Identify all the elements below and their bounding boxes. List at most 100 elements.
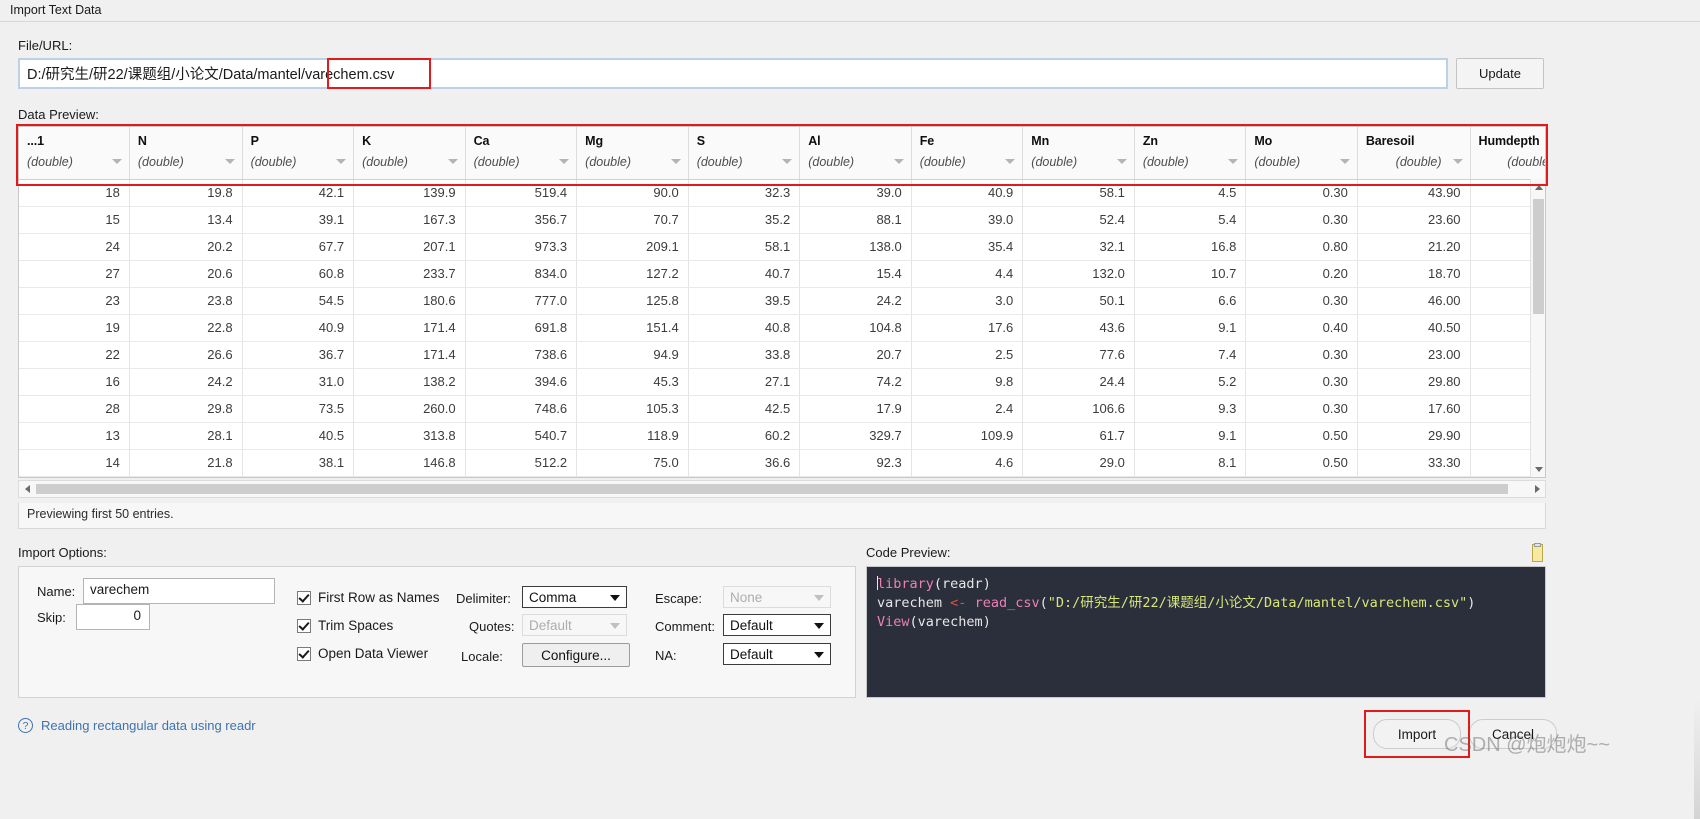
column-header-zn[interactable]: Zn (double)	[1134, 127, 1247, 180]
checkbox-trim-spaces[interactable]: Trim Spaces	[297, 618, 393, 633]
table-cell: 0.30	[1245, 368, 1358, 396]
update-button[interactable]: Update	[1456, 58, 1544, 89]
preview-table: ...1 (double) N (double) P (double) K (double) C…	[19, 127, 1545, 477]
column-header-k[interactable]: K (double)	[353, 127, 466, 180]
chevron-down-icon[interactable]	[1339, 159, 1350, 164]
table-cell: 104.8	[799, 314, 912, 342]
table-cell: 4.4	[911, 260, 1024, 288]
chevron-down-icon[interactable]	[559, 159, 570, 164]
chevron-down-icon[interactable]	[447, 159, 458, 164]
table-cell: 43.90	[1357, 179, 1471, 207]
scroll-up-icon[interactable]	[1531, 179, 1545, 195]
column-header-al[interactable]: Al (double)	[799, 127, 912, 180]
table-row[interactable]: 13 28.1 40.5 313.8 540.7 118.9 60.2 329.7 109.9 6…	[19, 422, 1545, 450]
name-input[interactable]: varechem	[83, 578, 275, 604]
table-cell: 13.4	[129, 206, 243, 234]
checkbox-open-data-viewer[interactable]: Open Data Viewer	[297, 646, 428, 661]
column-header-p[interactable]: P (double)	[242, 127, 355, 180]
column-header-baresoil[interactable]: Baresoil (double)	[1357, 127, 1471, 180]
help-link[interactable]: ? Reading rectangular data using readr	[18, 718, 256, 733]
column-header-type: (double)	[250, 155, 297, 169]
locale-configure-button[interactable]: Configure...	[522, 643, 630, 667]
chevron-down-icon[interactable]	[1228, 159, 1239, 164]
preview-entries-note: Previewing first 50 entries.	[18, 503, 1546, 529]
chevron-down-icon[interactable]	[1005, 159, 1016, 164]
table-cell: 18	[19, 179, 130, 207]
table-cell: 4.6	[911, 449, 1024, 477]
checkbox-box-icon[interactable]	[297, 590, 311, 605]
table-cell: 329.7	[799, 422, 912, 450]
table-cell: 9.1	[1134, 422, 1247, 450]
table-cell: 40.9	[242, 314, 355, 342]
delimiter-select[interactable]: Comma	[522, 586, 627, 608]
table-cell: 5.4	[1134, 206, 1247, 234]
column-header-mg[interactable]: Mg (double)	[576, 127, 689, 180]
column-header-s[interactable]: S (double)	[688, 127, 801, 180]
quotes-select[interactable]: Default	[522, 614, 627, 636]
table-row[interactable]: 27 20.6 60.8 233.7 834.0 127.2 40.7 15.4 4.4 132.…	[19, 260, 1545, 288]
checkbox-first-row-as-names[interactable]: First Row as Names	[297, 590, 440, 605]
vertical-scroll-thumb[interactable]	[1533, 199, 1544, 314]
chevron-down-icon[interactable]	[782, 159, 793, 164]
table-row[interactable]: 15 13.4 39.1 167.3 356.7 70.7 35.2 88.1 39.0 52.4…	[19, 206, 1545, 234]
grid-vertical-scrollbar[interactable]	[1530, 179, 1545, 477]
table-row[interactable]: 24 20.2 67.7 207.1 973.3 209.1 58.1 138.0 35.4 32…	[19, 233, 1545, 261]
column-header-type: (double)	[1254, 155, 1301, 169]
chevron-down-icon[interactable]	[1116, 159, 1127, 164]
column-header-mo[interactable]: Mo (double)	[1245, 127, 1358, 180]
import-button[interactable]: Import	[1373, 719, 1461, 749]
table-row[interactable]: 19 22.8 40.9 171.4 691.8 151.4 40.8 104.8 17.6 43…	[19, 314, 1545, 342]
scroll-right-icon[interactable]	[1529, 481, 1545, 497]
file-url-input[interactable]: D:/研究生/研22/课题组/小论文/Data/mantel/varechem.…	[18, 58, 1448, 89]
table-cell: 29.80	[1357, 368, 1471, 396]
table-row[interactable]: 23 23.8 54.5 180.6 777.0 125.8 39.5 24.2 3.0 50.1…	[19, 287, 1545, 315]
data-preview-grid[interactable]: ...1 (double) N (double) P (double) K (double) C…	[18, 126, 1546, 478]
table-row[interactable]: 28 29.8 73.5 260.0 748.6 105.3 42.5 17.9 2.4 106.…	[19, 395, 1545, 423]
chevron-down-icon[interactable]	[336, 159, 347, 164]
comment-select[interactable]: Default	[723, 614, 831, 636]
column-header-n[interactable]: N (double)	[129, 127, 243, 180]
column-header-ca[interactable]: Ca (double)	[465, 127, 578, 180]
table-cell: 8.1	[1134, 449, 1247, 477]
table-row[interactable]: 18 19.8 42.1 139.9 519.4 90.0 32.3 39.0 40.9 58.1…	[19, 179, 1545, 207]
grid-scroll-area[interactable]: ...1 (double) N (double) P (double) K (double) C…	[19, 127, 1545, 477]
table-row[interactable]: 22 26.6 36.7 171.4 738.6 94.9 33.8 20.7 2.5 77.6 7…	[19, 341, 1545, 369]
chevron-down-icon[interactable]	[224, 159, 235, 164]
code-preview-panel[interactable]: library(readr) varechem <- read_csv("D:/…	[866, 566, 1546, 698]
na-select[interactable]: Default	[723, 643, 831, 665]
column-header-fe[interactable]: Fe (double)	[911, 127, 1024, 180]
table-cell: 35.2	[688, 206, 801, 234]
checkbox-box-icon[interactable]	[297, 646, 311, 661]
checkbox-box-icon[interactable]	[297, 618, 311, 633]
table-cell: 32.1	[1022, 233, 1135, 261]
grid-horizontal-scrollbar[interactable]	[18, 480, 1546, 498]
table-cell: 233.7	[353, 260, 466, 288]
table-cell: 519.4	[465, 179, 578, 207]
table-cell: 24	[19, 233, 130, 261]
column-header-humdepth[interactable]: Humdepth (double)	[1470, 127, 1545, 180]
column-header-1[interactable]: ...1 (double)	[19, 127, 130, 180]
table-cell: 0.40	[1245, 314, 1358, 342]
scroll-down-icon[interactable]	[1531, 461, 1545, 477]
table-row[interactable]: 14 21.8 38.1 146.8 512.2 75.0 36.6 92.3 4.6 29.0 8…	[19, 449, 1545, 477]
column-header-name: Baresoil	[1365, 134, 1415, 148]
table-cell: 109.9	[911, 422, 1024, 450]
code-token-arg: readr	[942, 576, 983, 592]
table-cell: 691.8	[465, 314, 578, 342]
horizontal-scroll-thumb[interactable]	[36, 484, 1508, 494]
column-header-mn[interactable]: Mn (double)	[1022, 127, 1135, 180]
scroll-left-icon[interactable]	[19, 481, 35, 497]
column-header-name: ...1	[27, 134, 44, 148]
skip-input[interactable]: 0	[76, 604, 150, 630]
chevron-down-icon[interactable]	[893, 159, 904, 164]
name-label: Name:	[37, 584, 76, 599]
escape-select[interactable]: None	[723, 586, 831, 608]
table-cell: 14	[19, 449, 130, 477]
cancel-button[interactable]: Cancel	[1469, 719, 1557, 749]
chevron-down-icon[interactable]	[1452, 159, 1463, 164]
table-row[interactable]: 16 24.2 31.0 138.2 394.6 45.3 27.1 74.2 9.8 24.4 5…	[19, 368, 1545, 396]
chevron-down-icon[interactable]	[111, 159, 122, 164]
copy-icon[interactable]	[1529, 543, 1546, 563]
comment-label: Comment:	[655, 619, 715, 634]
chevron-down-icon[interactable]	[670, 159, 681, 164]
